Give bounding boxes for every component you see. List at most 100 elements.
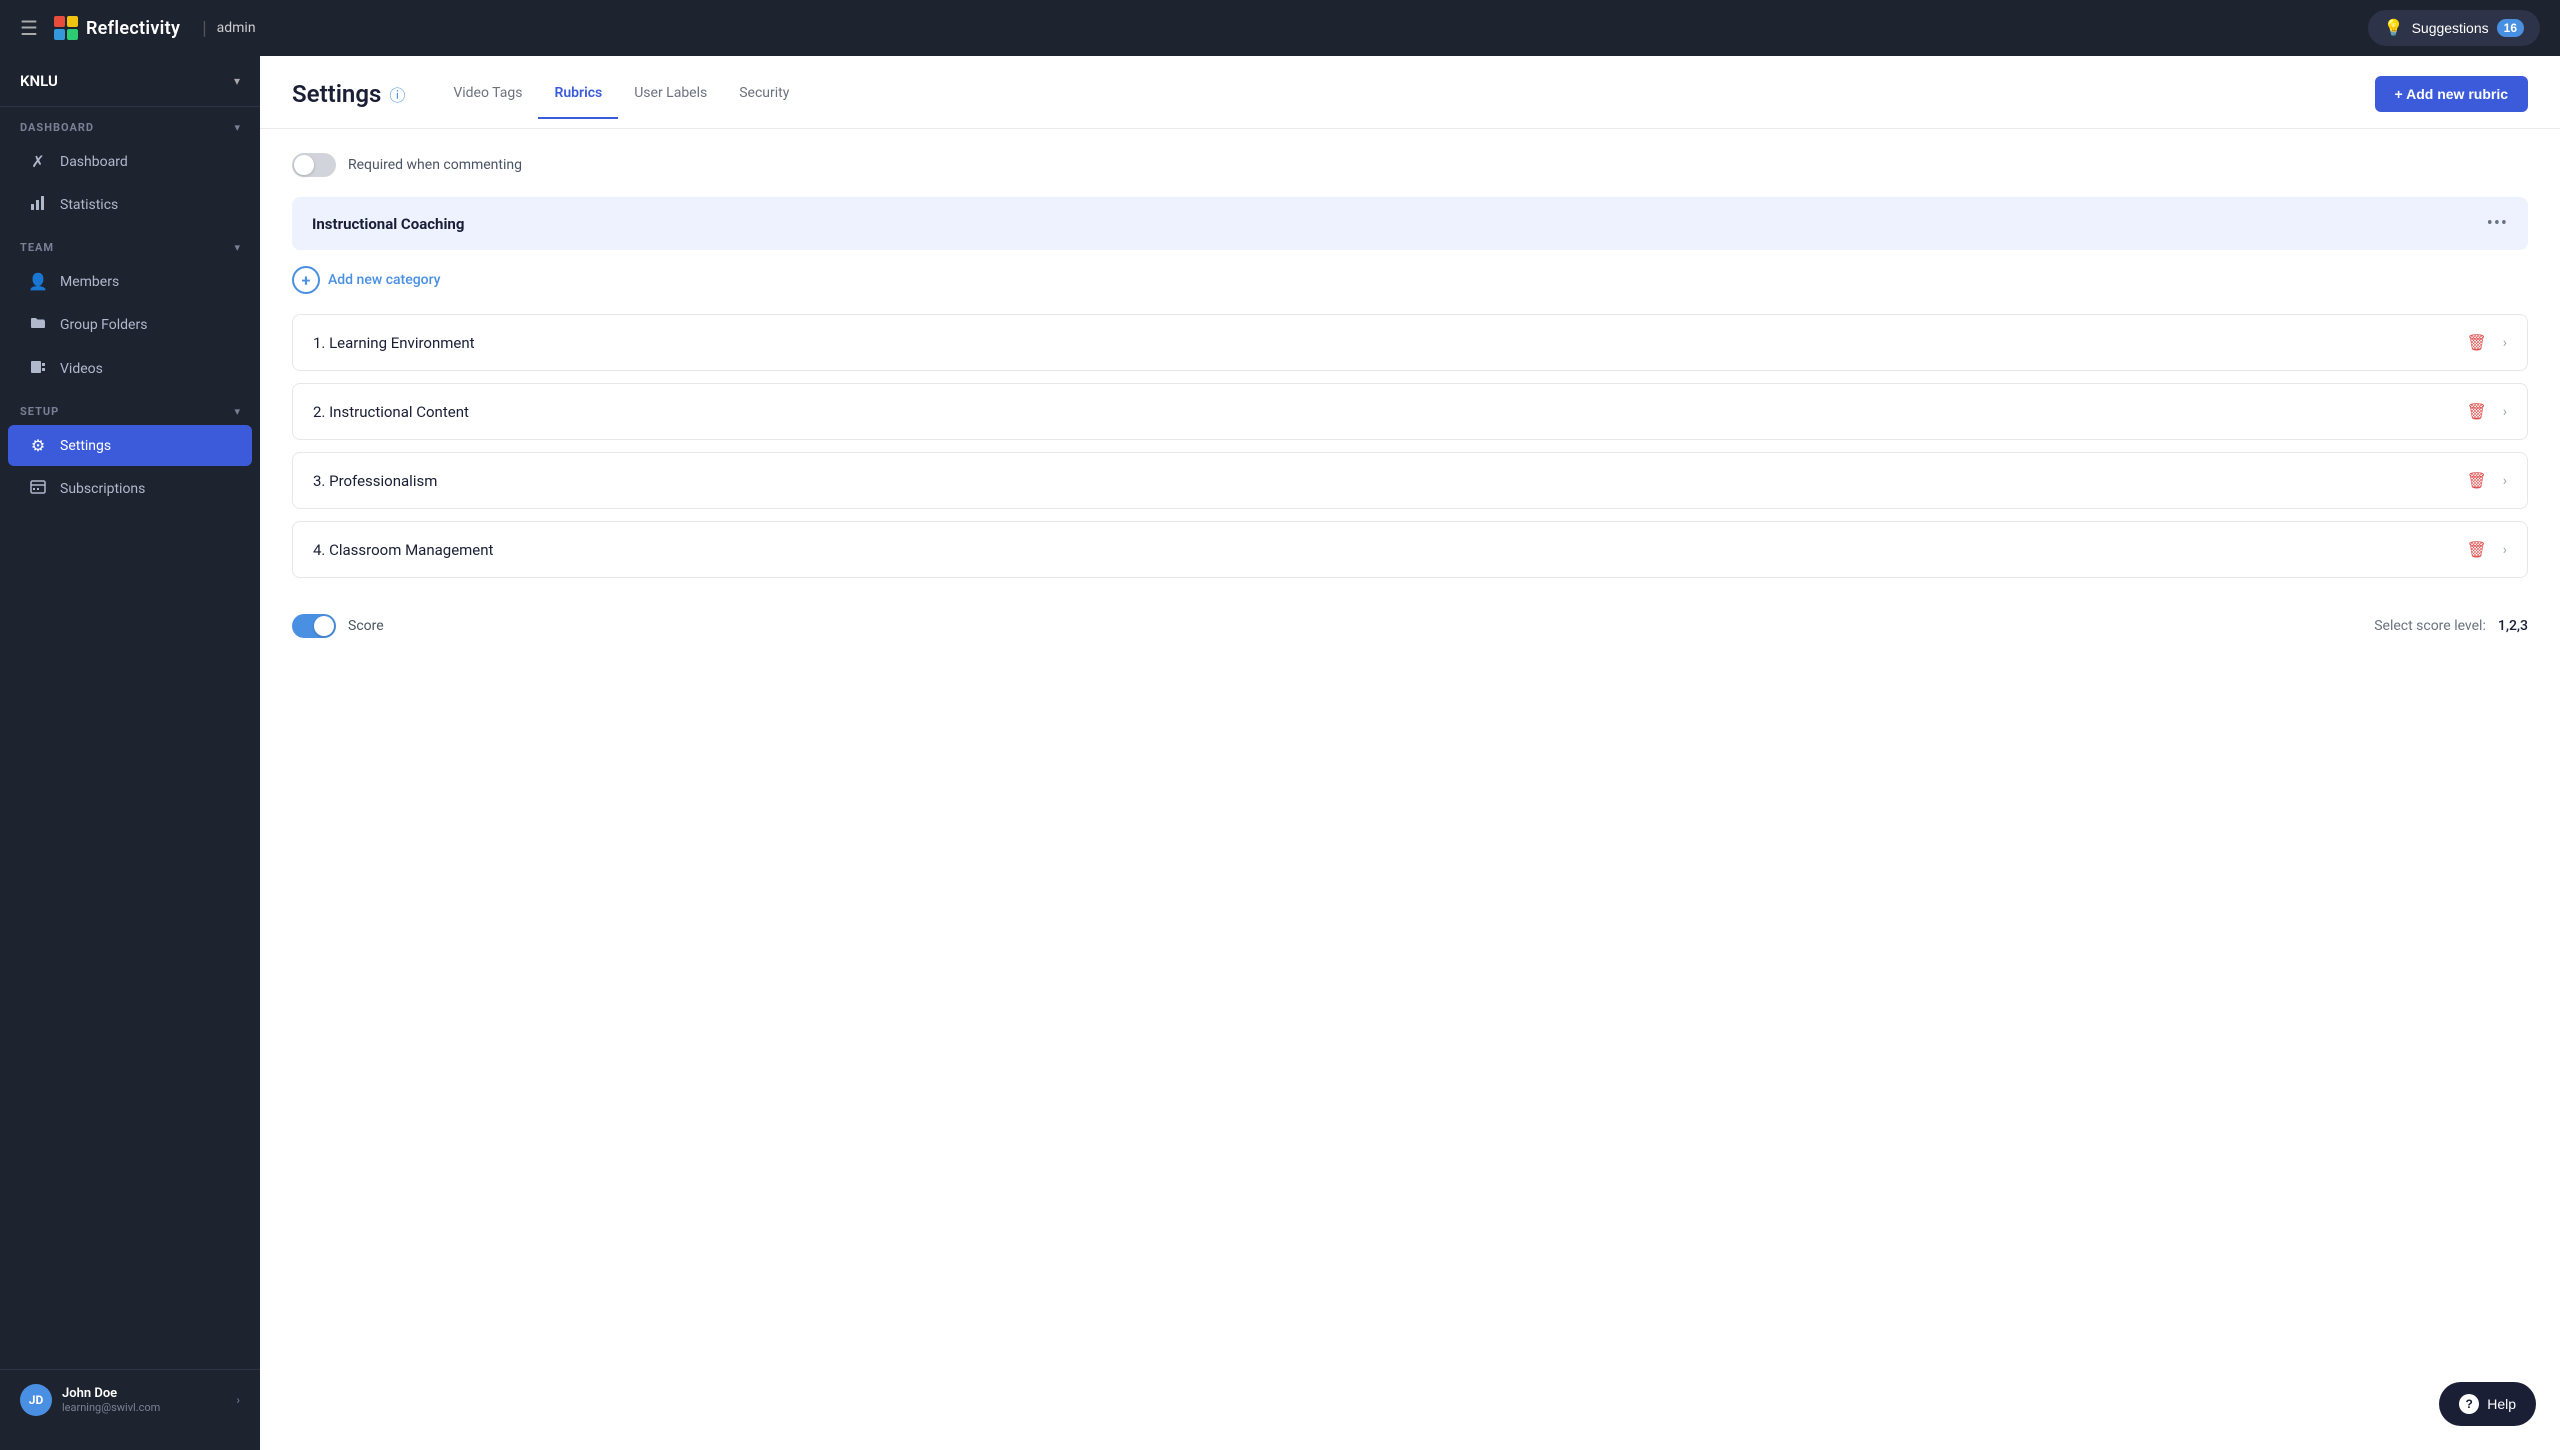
sidebar-section-dashboard[interactable]: DASHBOARD ▾ [0, 107, 260, 140]
delete-icon-4[interactable]: 🗑 [2466, 540, 2486, 559]
sidebar-item-members[interactable]: 👤 Members [8, 261, 252, 302]
sidebar-section-setup[interactable]: SETUP ▾ [0, 391, 260, 424]
content-tabs: Video Tags Rubrics User Labels Security [437, 85, 2374, 119]
info-icon[interactable]: ⓘ [389, 82, 405, 106]
sidebar-item-label-members: Members [60, 274, 119, 290]
settings-icon: ⚙ [28, 436, 48, 455]
add-category-label: Add new category [328, 272, 441, 288]
team-section-chevron: ▾ [234, 241, 240, 254]
help-button[interactable]: ? Help [2439, 1382, 2536, 1426]
logo: Reflectivity [54, 16, 180, 40]
sidebar-org[interactable]: KNLU ▾ [0, 56, 260, 107]
content: Settings ⓘ Video Tags Rubrics User Label… [260, 56, 2560, 1450]
add-category-plus-icon: + [292, 266, 320, 294]
sidebar-footer-chevron-icon: › [236, 1393, 240, 1407]
required-label: Required when commenting [348, 157, 522, 173]
score-label: Score [348, 618, 384, 634]
lightbulb-icon: 💡 [2384, 18, 2404, 38]
chevron-icon-2[interactable]: › [2503, 404, 2507, 420]
subscriptions-icon [28, 479, 48, 499]
brand-name: Reflectivity [86, 18, 180, 39]
user-info: John Doe learning@swivl.com [62, 1386, 160, 1414]
logo-sq-yellow [67, 16, 78, 27]
sidebar-footer[interactable]: JD John Doe learning@swivl.com › [0, 1369, 260, 1430]
page-title: Settings [292, 80, 381, 108]
logo-sq-blue [54, 29, 65, 40]
rubric-item-actions-4: 🗑 › [2466, 540, 2507, 559]
sidebar-item-group-folders[interactable]: Group Folders [8, 304, 252, 346]
rubric-item-4: 4. Classroom Management 🗑 › [292, 521, 2528, 578]
group-folders-icon [28, 315, 48, 335]
sidebar-item-dashboard[interactable]: ✗ Dashboard [8, 141, 252, 182]
org-name: KNLU [20, 72, 58, 90]
dashboard-section-chevron: ▾ [234, 121, 240, 134]
members-icon: 👤 [28, 272, 48, 291]
rubric-item-actions-3: 🗑 › [2466, 471, 2507, 490]
delete-icon-3[interactable]: 🗑 [2466, 471, 2486, 490]
tab-user-labels[interactable]: User Labels [618, 85, 723, 119]
tab-security[interactable]: Security [723, 85, 805, 119]
score-level-value: 1,2,3 [2498, 618, 2528, 634]
score-row: Score Select score level: 1,2,3 [292, 598, 2528, 638]
rubric-item-3: 3. Professionalism 🗑 › [292, 452, 2528, 509]
tab-rubrics[interactable]: Rubrics [538, 85, 618, 119]
suggestions-label: Suggestions [2412, 20, 2489, 36]
content-header: Settings ⓘ Video Tags Rubrics User Label… [260, 56, 2560, 129]
sidebar-item-statistics[interactable]: Statistics [8, 184, 252, 226]
sidebar-item-label-group-folders: Group Folders [60, 317, 147, 333]
sidebar: KNLU ▾ DASHBOARD ▾ ✗ Dashboard Statistic… [0, 56, 260, 1450]
setup-section-chevron: ▾ [234, 405, 240, 418]
suggestions-button[interactable]: 💡 Suggestions 16 [2368, 10, 2540, 46]
sidebar-section-label-setup: SETUP [20, 405, 59, 418]
add-rubric-button[interactable]: + Add new rubric [2375, 76, 2528, 112]
delete-icon-2[interactable]: 🗑 [2466, 402, 2486, 421]
rubric-item-actions-2: 🗑 › [2466, 402, 2507, 421]
avatar: JD [20, 1384, 52, 1416]
score-level-label: Select score level: [2374, 618, 2486, 634]
statistics-icon [28, 195, 48, 215]
admin-label: admin [217, 20, 256, 36]
category-name: Instructional Coaching [312, 215, 464, 233]
rubric-item-1: 1. Learning Environment 🗑 › [292, 314, 2528, 371]
chevron-icon-3[interactable]: › [2503, 473, 2507, 489]
required-toggle[interactable] [292, 153, 336, 177]
delete-icon-1[interactable]: 🗑 [2466, 333, 2486, 352]
sidebar-item-label-subscriptions: Subscriptions [60, 481, 145, 497]
sidebar-section-team[interactable]: TEAM ▾ [0, 227, 260, 260]
sidebar-item-label-settings: Settings [60, 438, 111, 454]
help-label: Help [2487, 1396, 2516, 1412]
add-category-row[interactable]: + Add new category [292, 266, 2528, 294]
hamburger-icon[interactable]: ☰ [20, 16, 38, 40]
score-toggle[interactable] [292, 614, 336, 638]
help-icon: ? [2459, 1394, 2479, 1414]
logo-sq-green [67, 29, 78, 40]
rubric-item-name-2: 2. Instructional Content [313, 403, 469, 421]
sidebar-item-videos[interactable]: Videos [8, 348, 252, 390]
logo-squares [54, 16, 78, 40]
topbar: ☰ Reflectivity | admin 💡 Suggestions 16 [0, 0, 2560, 56]
user-email: learning@swivl.com [62, 1401, 160, 1414]
sidebar-item-label-statistics: Statistics [60, 197, 118, 213]
sidebar-item-subscriptions[interactable]: Subscriptions [8, 468, 252, 510]
sidebar-item-settings[interactable]: ⚙ Settings [8, 425, 252, 466]
rubric-item-name-1: 1. Learning Environment [313, 334, 475, 352]
logo-sq-red [54, 16, 65, 27]
required-toggle-row: Required when commenting [292, 153, 2528, 177]
category-menu-icon[interactable]: ••• [2487, 213, 2508, 234]
title-area: Settings ⓘ [292, 80, 405, 124]
rubric-item-actions-1: 🗑 › [2466, 333, 2507, 352]
sidebar-item-label-dashboard: Dashboard [60, 154, 128, 170]
suggestions-badge: 16 [2497, 19, 2524, 37]
sidebar-section-label-dashboard: DASHBOARD [20, 121, 94, 134]
dashboard-icon: ✗ [28, 152, 48, 171]
chevron-icon-1[interactable]: › [2503, 335, 2507, 351]
org-chevron-icon: ▾ [234, 74, 240, 88]
rubric-item-name-4: 4. Classroom Management [313, 541, 493, 559]
chevron-icon-4[interactable]: › [2503, 542, 2507, 558]
rubric-category: Instructional Coaching ••• [292, 197, 2528, 250]
content-body: Required when commenting Instructional C… [260, 129, 2560, 1450]
videos-icon [28, 359, 48, 379]
rubric-item-2: 2. Instructional Content 🗑 › [292, 383, 2528, 440]
sidebar-item-label-videos: Videos [60, 361, 103, 377]
tab-video-tags[interactable]: Video Tags [437, 85, 538, 119]
